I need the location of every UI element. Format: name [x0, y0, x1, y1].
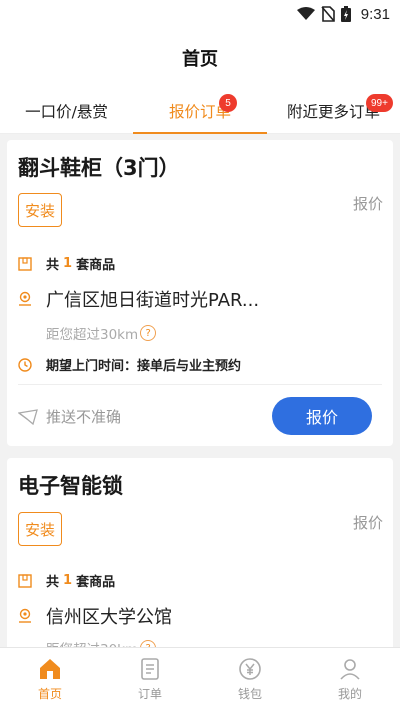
quantity-suffix: 套商品: [76, 575, 116, 590]
inaccurate-push-label: 推送不准确: [46, 408, 122, 426]
time-row: 期望上门时间：接单后与业主预约: [18, 355, 241, 374]
tab-label: 一口价/悬赏: [25, 103, 108, 121]
document-icon: [141, 658, 159, 680]
tab-bar: 一口价/悬赏 报价订单 附近更多订单 5 99+: [0, 88, 400, 134]
quantity-number: 1: [63, 573, 73, 588]
order-address: 信州区大学公馆: [46, 607, 172, 628]
nav-label: 订单: [137, 687, 162, 701]
order-address: 广信区旭日街道时光PAR...: [46, 290, 260, 311]
quantity-row: 共 1 套商品: [18, 254, 115, 273]
package-icon: [18, 573, 34, 589]
message-icon: [18, 408, 38, 425]
nav-wallet[interactable]: 钱包: [200, 648, 300, 711]
bottom-nav: 首页 订单 钱包 我的: [0, 647, 400, 711]
count-badge: 99+: [366, 94, 393, 112]
tab-fixed-price[interactable]: 一口价/悬赏: [0, 88, 133, 134]
quantity-prefix: 共: [46, 575, 60, 590]
quote-status: 报价: [352, 514, 383, 532]
quote-button[interactable]: 报价: [272, 397, 372, 435]
home-icon: [40, 659, 60, 679]
address-row: 广信区旭日街道时光PAR...: [18, 286, 259, 312]
quantity-row: 共 1 套商品: [18, 571, 115, 590]
order-card[interactable]: 翻斗鞋柜（3门） 安装 报价 共 1 套商品 广信区旭日街道时光PAR... 距…: [7, 140, 393, 446]
yen-coin-icon: [239, 658, 261, 680]
status-time: 9:31: [360, 5, 390, 23]
help-icon[interactable]: ?: [140, 325, 157, 341]
service-tag: 安装: [18, 193, 62, 227]
quantity-number: 1: [63, 256, 73, 271]
clock-icon: [18, 357, 34, 373]
active-tab-indicator: [133, 132, 267, 134]
wifi-icon: [296, 7, 315, 21]
quote-button-label: 报价: [305, 408, 338, 427]
inaccurate-push-button[interactable]: 推送不准确: [18, 406, 121, 427]
no-sim-icon: [321, 6, 335, 22]
package-icon: [18, 256, 34, 272]
nav-profile[interactable]: 我的: [300, 648, 400, 711]
distance-text: 距您超过30km: [46, 327, 139, 343]
divider: [18, 384, 382, 385]
nav-orders[interactable]: 订单: [100, 648, 200, 711]
order-title: 电子智能锁: [18, 474, 123, 498]
battery-icon: [340, 6, 351, 22]
nav-label: 我的: [337, 687, 362, 701]
nav-label: 钱包: [237, 687, 262, 701]
location-icon: [18, 608, 34, 624]
quantity-prefix: 共: [46, 258, 60, 273]
address-row: 信州区大学公馆: [18, 603, 172, 629]
expected-time: 期望上门时间：接单后与业主预约: [46, 359, 242, 374]
location-icon: [18, 291, 34, 307]
page-title: 首页: [182, 49, 218, 70]
status-bar: 9:31: [0, 0, 400, 28]
quantity-suffix: 套商品: [76, 258, 116, 273]
nav-label: 首页: [37, 687, 62, 701]
count-badge: 5: [219, 94, 237, 112]
header: 首页: [0, 28, 400, 88]
distance-row: 距您超过30km ?: [46, 323, 157, 343]
order-title: 翻斗鞋柜（3门）: [18, 156, 180, 180]
user-icon: [340, 659, 360, 680]
order-card[interactable]: 电子智能锁 安装 报价 共 1 套商品 信州区大学公馆 距您超过30km ?: [7, 458, 393, 658]
service-tag: 安装: [18, 512, 62, 546]
quote-status: 报价: [352, 195, 383, 213]
nav-home[interactable]: 首页: [0, 648, 100, 711]
tab-quote-orders[interactable]: 报价订单: [133, 88, 267, 134]
